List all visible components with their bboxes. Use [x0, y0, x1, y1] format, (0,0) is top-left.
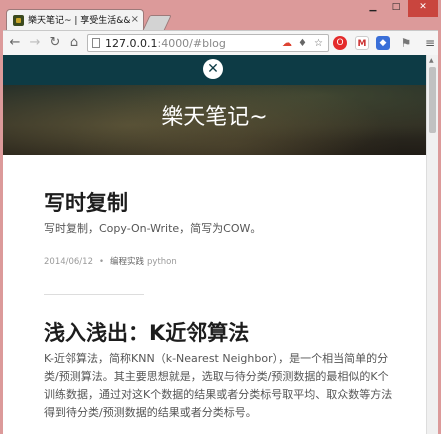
browser-tab[interactable]: 樂天笔记~ | 享受生活&& × [6, 9, 144, 31]
new-tab-button[interactable] [142, 15, 172, 31]
gmail-extension-icon[interactable]: M [355, 36, 369, 50]
scroll-up-icon[interactable]: ▲ [429, 57, 434, 64]
window-close-button[interactable]: ✕ [408, 0, 438, 17]
meta-separator: • [99, 257, 105, 267]
window-maximize-button[interactable]: □ [385, 0, 407, 17]
post-category[interactable]: 编程实践 [110, 257, 144, 267]
reload-icon[interactable]: ↻ [47, 35, 63, 51]
tab-close-icon[interactable]: × [131, 14, 139, 26]
home-icon[interactable]: ⌂ [66, 35, 82, 51]
post-meta: 2014/06/12 • 编程实践 python [44, 256, 177, 268]
site-favicon-icon [13, 15, 24, 26]
post-divider [44, 294, 144, 295]
post-title[interactable]: 写时复制 [44, 190, 128, 216]
page-viewport: ✕ 樂天笔记~ 写时复制 写时复制，Copy-On-Write，简写为COW。 … [3, 55, 426, 434]
address-bar[interactable]: 127.0.0.1:4000/#blog ☁ ♦ ☆ [87, 34, 329, 52]
bookmark-star-icon[interactable]: ☆ [314, 37, 323, 50]
page-icon [92, 38, 100, 48]
cast-icon[interactable]: ☁ [282, 37, 292, 50]
browser-toolbar: ← → ↻ ⌂ 127.0.0.1:4000/#blog ☁ ♦ ☆ O M ◆… [3, 30, 438, 55]
lightbulb-icon[interactable]: ♦ [298, 37, 307, 50]
post-title[interactable]: 浅入浅出：K近邻算法 [44, 320, 249, 346]
close-circle-icon[interactable]: ✕ [203, 59, 223, 79]
window-minimize-button[interactable]: ▁ [362, 0, 384, 17]
menu-icon[interactable]: ≡ [423, 36, 437, 50]
browser-window: ▁ □ ✕ 樂天笔记~ | 享受生活&& × ← → ↻ ⌂ 127.0.0.1… [0, 0, 441, 434]
vertical-scrollbar[interactable]: ▲ [426, 55, 438, 434]
opera-extension-icon[interactable]: O [333, 36, 347, 50]
back-arrow-icon[interactable]: ← [7, 35, 23, 51]
forward-arrow-icon[interactable]: → [27, 35, 43, 51]
post-excerpt: 写时复制，Copy-On-Write，简写为COW。 [44, 222, 262, 235]
scrollbar-thumb[interactable] [429, 67, 436, 133]
blog-header: ✕ 樂天笔记~ [3, 55, 426, 155]
tab-title: 樂天笔记~ | 享受生活&& [28, 16, 131, 26]
post-date: 2014/06/12 [44, 257, 93, 267]
post-tag[interactable]: python [147, 257, 177, 267]
site-title: 樂天笔记~ [161, 105, 268, 130]
url-text[interactable]: 127.0.0.1:4000/#blog [105, 36, 226, 51]
extension-puzzle-icon[interactable]: ⚑ [399, 36, 413, 50]
shield-extension-icon[interactable]: ◆ [376, 36, 390, 50]
post-excerpt: K-近邻算法，简称KNN（k-Nearest Neighbor），是一个相当简单… [44, 352, 393, 419]
